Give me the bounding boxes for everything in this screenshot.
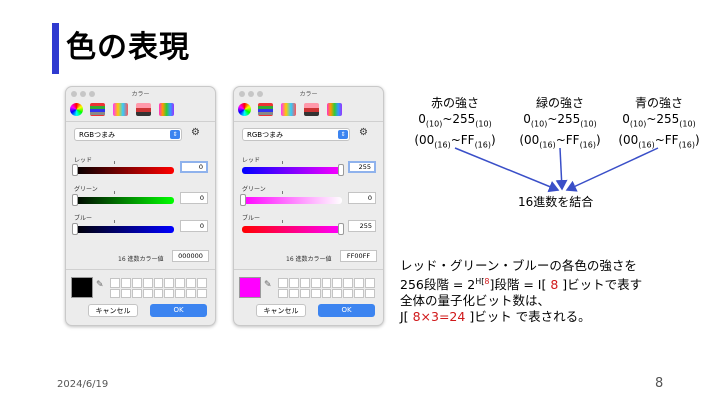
desc-line-4: J[ 8×3=24 ]ビット で表される。 bbox=[400, 309, 591, 325]
combine-label: 16進数を結合 bbox=[518, 195, 594, 209]
desc-line-3: 全体の量子化ビット数は、 bbox=[400, 293, 551, 309]
desc-line-1: レッド・グリーン・ブルーの各色の強さを bbox=[400, 258, 637, 273]
desc-line-2: 256段階 = 2H[8]段階 = I[ 8 ]ビットで表す bbox=[400, 277, 643, 293]
arrow-blue bbox=[565, 147, 659, 192]
slide-date: 2024/6/19 bbox=[57, 379, 109, 390]
arrow-red bbox=[454, 147, 560, 193]
arrows-overlay bbox=[454, 147, 659, 193]
description: レッド・グリーン・ブルーの各色の強さを 256段階 = 2H[8]段階 = I[… bbox=[400, 258, 642, 325]
arrow-green bbox=[555, 147, 568, 191]
page-number: 8 bbox=[655, 376, 664, 391]
